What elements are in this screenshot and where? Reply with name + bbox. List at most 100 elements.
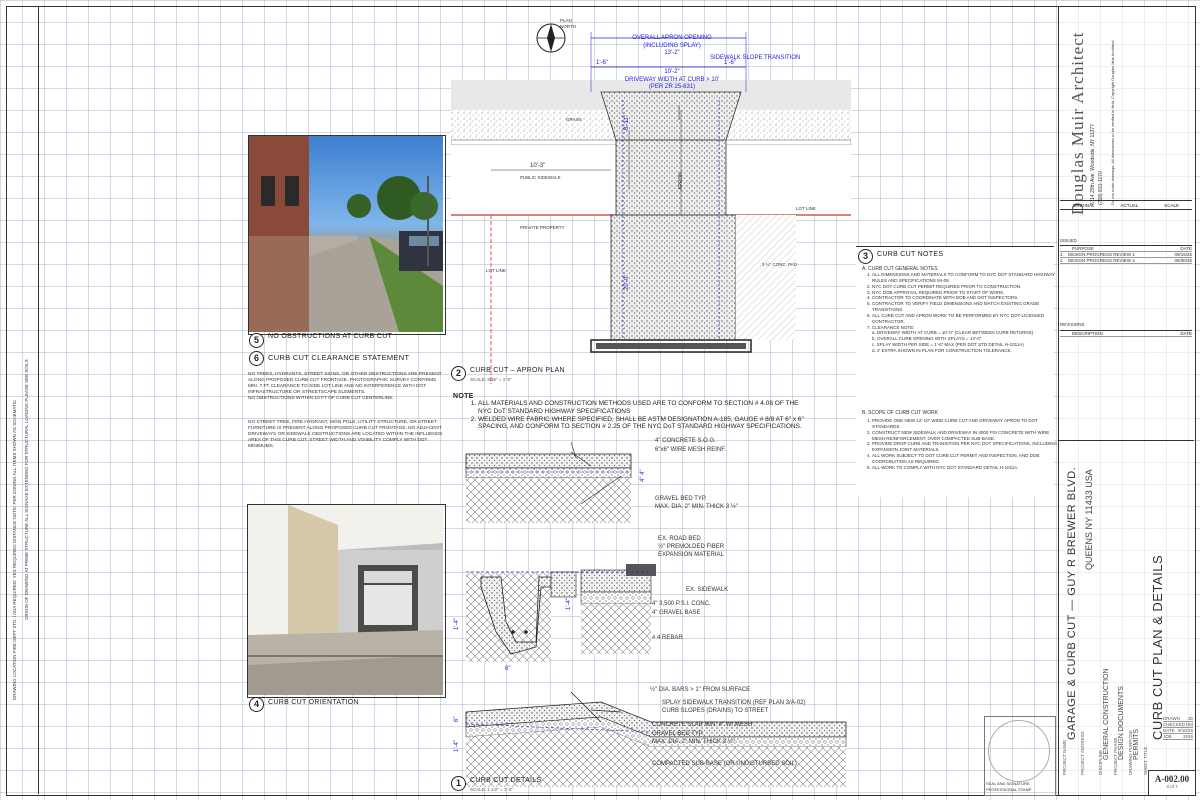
rev-col-date: DATE bbox=[1180, 331, 1192, 336]
project-address-label: PROJECT ADDRESS bbox=[1080, 731, 1085, 775]
lot-line-left-label: LOT LINE bbox=[486, 268, 506, 273]
d3-label-slab: CONCRETE SLAB MIN. 4" W/ MESH bbox=[652, 722, 753, 728]
d3-label-subbase: COMPACTED SUB-BASE (OR UNDISTURBED SOIL) bbox=[652, 761, 797, 767]
revisions-header: DESCRIPTION DATE bbox=[1060, 330, 1192, 337]
apron-plan-drawing bbox=[450, 23, 852, 384]
scale-label: SCALE bbox=[1164, 202, 1179, 208]
curb-details-drawing bbox=[465, 441, 847, 787]
rev-col-desc: DESCRIPTION bbox=[1072, 331, 1103, 336]
scope-item: ALL WORK SUBJECT TO DOT CURB CUT PERMIT … bbox=[872, 453, 1058, 465]
details-note-head: NOTE bbox=[453, 393, 474, 400]
meta-value: JD bbox=[1187, 716, 1194, 721]
d3-label-gravel: GRAVEL BED TYP. MAX. DIA. 2" MIN. THICK … bbox=[652, 731, 735, 745]
notes-list: ALL DIMENSIONS AND MATERIALS TO CONFORM … bbox=[862, 272, 1058, 354]
meta-label: CHECKED bbox=[1163, 722, 1186, 727]
sheet-title: CURB CUT PLAN & DETAILS bbox=[1150, 554, 1165, 740]
scale-row: ORIGINAL ACTUAL SCALE bbox=[1060, 200, 1192, 210]
notes-title: CURB CUT NOTES bbox=[877, 251, 944, 258]
project-name-label: PROJECT NAME bbox=[1062, 739, 1067, 775]
meta-label: DATE bbox=[1163, 728, 1175, 733]
left-strip bbox=[6, 6, 39, 794]
scope-item: CONSTRUCT NEW SIDEWALK AND DRIVEWAY IN 4… bbox=[872, 430, 1058, 442]
meta-value: 9/15/25 bbox=[1177, 728, 1193, 733]
apron-splay-right: 1'-6" bbox=[724, 60, 736, 66]
project-name: GARAGE & CURB CUT — GUY R BREWER BLVD. bbox=[1066, 466, 1078, 740]
meta-label: DRAWN bbox=[1163, 716, 1180, 721]
d2-label-rebar: # 4 REBAR bbox=[652, 635, 683, 641]
photo-5-title: NO OBSTRUCTIONS AT CURB CUT bbox=[268, 333, 393, 340]
drawing-number-5: 5 bbox=[249, 333, 264, 348]
issued-date: 09/30/25 bbox=[1174, 258, 1192, 263]
notes-section-b: B. SCOPE OF CURB CUT WORK bbox=[862, 410, 939, 416]
stamp-note: PROFESSIONAL STAMP bbox=[986, 787, 1032, 792]
details-note-list: ALL MATERIALS AND CONSTRUCTION METHODS U… bbox=[470, 400, 808, 431]
issued-no: 1 bbox=[1060, 252, 1063, 257]
orientation-title: CURB CUT ORIENTATION bbox=[268, 699, 359, 706]
scope-item: PROVIDE ONE NEW 12'-10" WIDE CURB CUT AN… bbox=[872, 418, 1058, 430]
details-title: CURB CUT DETAILS bbox=[470, 777, 542, 784]
issued-no: 2 bbox=[1060, 258, 1063, 263]
apron-plan-scale: SCALE: 3/16" = 1'-0" bbox=[470, 377, 512, 382]
photo-5-frame bbox=[248, 135, 446, 335]
d2-label-roadbed: EX. ROAD BED bbox=[658, 536, 701, 542]
left-strip-text-1: DRAWING LOCATION FIRE DEPT STD. / ADA RE… bbox=[12, 399, 17, 700]
drawing-number-1: 1 bbox=[451, 776, 466, 791]
drawing-number-4: 4 bbox=[249, 697, 264, 712]
d3-label-splay: SPLAY SIDEWALK TRANSITION (REF PLAN 3/A-… bbox=[662, 700, 806, 714]
issued-row: 2 DESIGN PROGRESS REVIEW 2 09/30/25 bbox=[1060, 258, 1192, 264]
issued-col-purpose: PURPOSE bbox=[1072, 246, 1095, 251]
lot-line-top-label: LOT LINE bbox=[796, 206, 816, 211]
d3-dim-1: 6" bbox=[454, 716, 460, 722]
meta-value: 2516 bbox=[1182, 734, 1193, 739]
apron-plan-panel bbox=[450, 10, 852, 384]
details-note-2: WELDED WIRE FABRIC WHERE SPECIFIED, SHAL… bbox=[478, 416, 808, 432]
meta-value: DM bbox=[1186, 722, 1193, 727]
conc-pad-label: 3 ½" CONC. PAD bbox=[762, 262, 798, 267]
plan-north-label: PLAN NORTH bbox=[560, 18, 576, 29]
note-item: CONTRACTOR TO VERIFY FIELD DIMENSIONS AN… bbox=[872, 301, 1058, 313]
project-address: QUEENS NY 11433 USA bbox=[1084, 469, 1094, 570]
sheet-number-box: A-002.00 4 of 7 bbox=[1148, 770, 1195, 795]
d2-dim-left: 1'-4" bbox=[454, 618, 460, 630]
note-item: CLEARANCE NOTE: a. DRIVEWAY WIDTH AT CUR… bbox=[872, 325, 1058, 354]
drawing-number-6: 6 bbox=[249, 351, 264, 366]
details-panel bbox=[451, 392, 851, 794]
issued-date: 09/15/25 bbox=[1174, 252, 1192, 257]
apron-dim: 6'-11" bbox=[624, 115, 630, 130]
revisions-label: REVISIONS bbox=[1060, 322, 1085, 327]
sheet-number: A-002.00 bbox=[1154, 774, 1190, 784]
private-property-label: PRIVATE PROPERTY bbox=[520, 225, 565, 230]
sidewalk-dim: 10'-3" bbox=[530, 163, 546, 169]
d2-dim-bottom: 6" bbox=[505, 666, 511, 672]
apron-vertical-label: APRON bbox=[678, 172, 684, 190]
d2-label-conc: 4" 3,500 P.S.I. CONC. bbox=[652, 601, 711, 607]
discipline: GENERAL CONSTRUCTION bbox=[1103, 668, 1110, 760]
note-item: ALL CURB CUT AND APRON WORK TO BE PERFOR… bbox=[872, 313, 1058, 325]
actual-label: ACTUAL bbox=[1120, 202, 1139, 208]
scope-item: ALL WORK TO COMPLY WITH NYC DOT STANDARD… bbox=[872, 465, 1058, 471]
firm-name: Douglas Muir Architect bbox=[1068, 31, 1087, 215]
apron-driveway-label: 10'-2" DRIVEWAY WIDTH AT CURB > 10' (PER… bbox=[624, 69, 720, 90]
d1-dim: 4" 4" bbox=[640, 469, 646, 482]
d2-dim-right: 1'-4" bbox=[566, 598, 572, 610]
original-label: ORIGINAL bbox=[1072, 202, 1095, 208]
details-scale: SCALE: 1 1/2" = 1'-0" bbox=[470, 787, 513, 792]
title-lower-box bbox=[1058, 440, 1194, 795]
meta-label: JOB bbox=[1163, 734, 1172, 739]
issued-label: ISSUED bbox=[1060, 238, 1077, 243]
issued-purpose: DESIGN PROGRESS REVIEW 1 bbox=[1068, 252, 1135, 257]
issued-purpose: DESIGN PROGRESS REVIEW 2 bbox=[1068, 258, 1135, 263]
depth-dim: 20'-0" bbox=[624, 274, 630, 290]
d3-dim-2: 1'-4" bbox=[454, 740, 460, 752]
d2-label-expansion: ½" PREMOLDED FIBER EXPANSION MATERIAL bbox=[658, 544, 725, 558]
firm-notes: Do not scale drawings. All dimensions to… bbox=[1110, 39, 1115, 205]
issued-col-date: DATE bbox=[1180, 246, 1192, 251]
meta-row: JOB 2516 bbox=[1163, 734, 1193, 740]
d1-label-gravel: GRAVEL BED TYP. MAX. DIA. 2" MIN. THICK … bbox=[655, 496, 738, 510]
left-strip-text-2: ORIGIN OF DRAWING AT PRIME STRUCTURE ALL… bbox=[24, 359, 29, 620]
statement-para-2: NO STREET TREE, FIRE HYDRANT, SIGN POLE,… bbox=[248, 420, 444, 449]
photo-4-frame bbox=[247, 504, 446, 698]
statement-para-1: NO TREES, HYDRANTS, STREET SIGNS, OR OTH… bbox=[248, 372, 442, 401]
statement-title: CURB CUT CLEARANCE STATEMENT bbox=[268, 353, 410, 362]
apron-plan-title: CURB CUT – APRON PLAN bbox=[470, 367, 565, 374]
